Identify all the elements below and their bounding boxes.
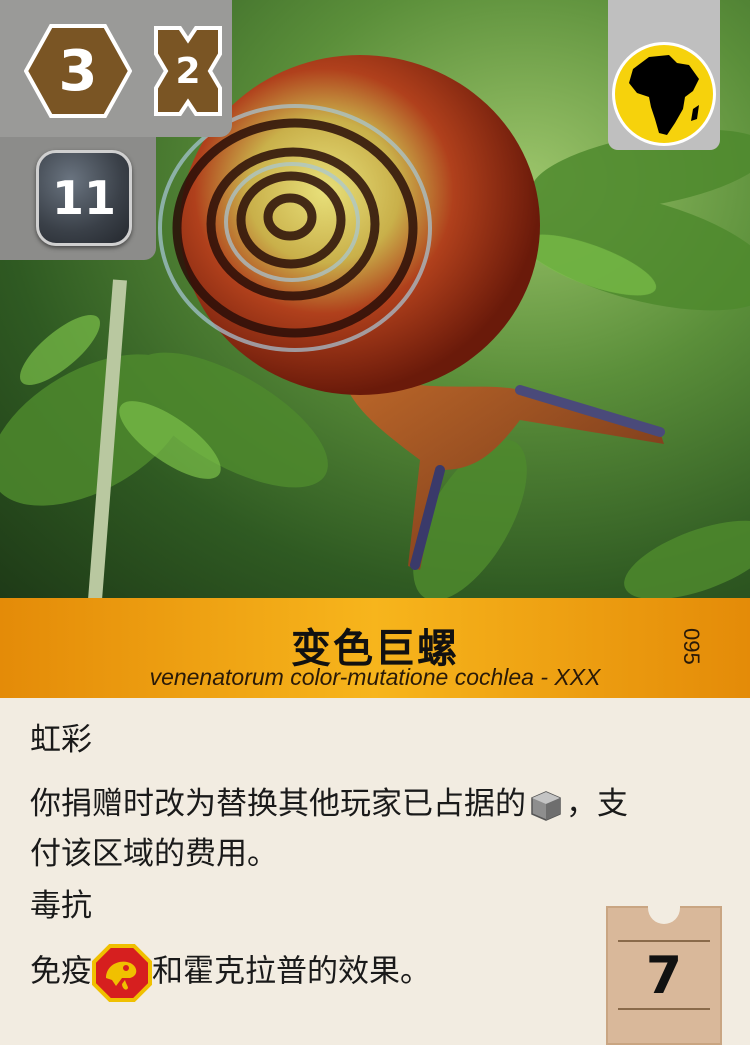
- ticket-line-top: [618, 940, 710, 942]
- continent-badge: [612, 42, 716, 146]
- price-value: 7: [645, 946, 683, 1006]
- requirement-value: 2: [175, 50, 201, 92]
- latin-name: venenatorum color-mutatione cochlea - XX…: [149, 664, 601, 690]
- ability1-name: 虹彩: [30, 722, 92, 758]
- ability1-text-a: 你捐赠时改为替换其他玩家已占据的: [30, 786, 526, 822]
- ability2-text: 免疫 和霍克拉普的效果。: [30, 944, 590, 1002]
- card-number: 095: [679, 628, 704, 665]
- animal-card[interactable]: 3 2 11 变色巨螺 venenatorum color-mutatione …: [0, 0, 750, 1045]
- cost-value: 3: [58, 38, 98, 104]
- vp-badge-icon: 11: [36, 150, 132, 246]
- poison-icon: [92, 944, 152, 1002]
- victory-points-value: 11: [51, 171, 116, 225]
- cube-icon: [531, 790, 561, 821]
- ability1-text-line2: 付该区域的费用。: [30, 836, 278, 872]
- africa-icon: [629, 55, 699, 135]
- ability1-text: 你捐赠时改为替换其他玩家已占据的 ，支: [30, 784, 720, 826]
- ability2-text-b: 和霍克拉普的效果。: [152, 953, 431, 990]
- ticket-line-bottom: [618, 1008, 710, 1010]
- ability2-name: 毒抗: [30, 888, 92, 924]
- ability1-text-b: ，支: [566, 786, 628, 822]
- ability2-text-a: 免疫: [30, 953, 92, 990]
